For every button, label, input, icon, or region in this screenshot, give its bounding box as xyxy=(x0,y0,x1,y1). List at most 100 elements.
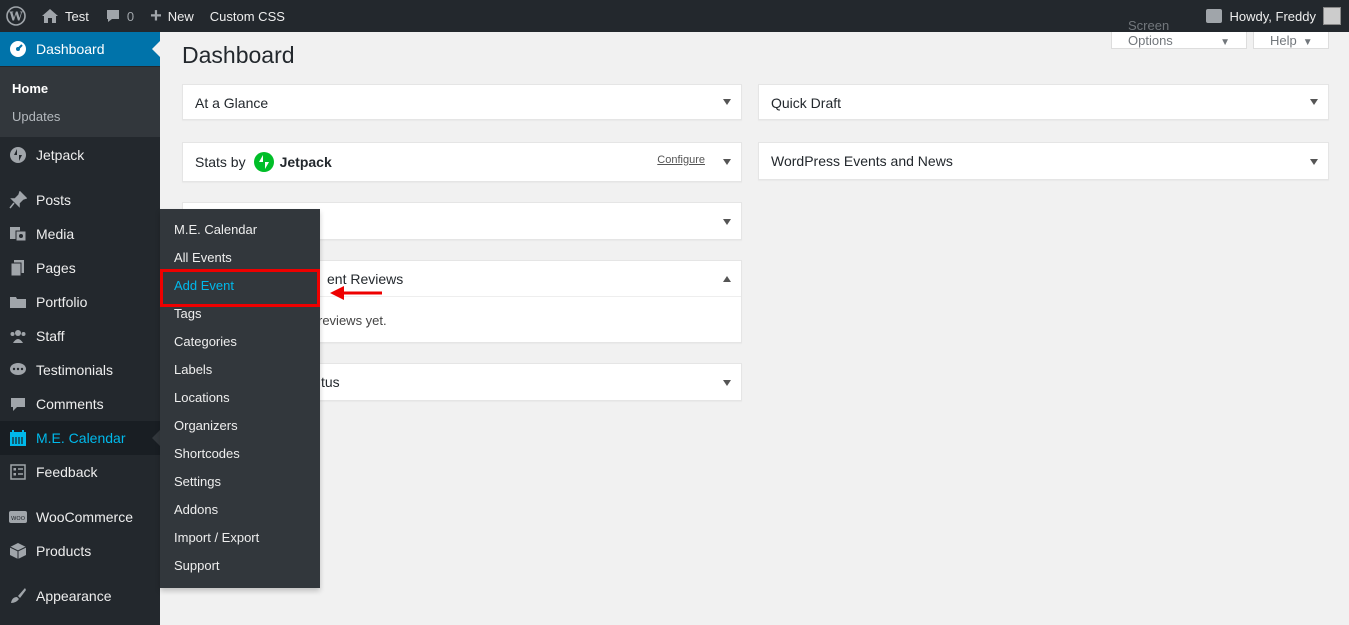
flyout-labels[interactable]: Labels xyxy=(174,361,212,379)
avatar xyxy=(1323,7,1341,25)
wordpress-logo-icon: W xyxy=(6,6,26,26)
menu-appearance-label: Appearance xyxy=(36,588,112,604)
comments-icon xyxy=(0,396,36,412)
menu-feedback-label: Feedback xyxy=(36,464,98,480)
stats-by-label: Stats by xyxy=(195,154,246,170)
jetpack-icon xyxy=(0,146,36,164)
submenu-updates[interactable]: Updates xyxy=(12,109,60,124)
comments-link[interactable]: 0 xyxy=(97,0,142,32)
home-icon xyxy=(41,8,59,24)
screen-options-button[interactable]: Screen Options ▼ xyxy=(1111,18,1247,49)
widget-at-a-glance-title: At a Glance xyxy=(195,94,269,111)
menu-appearance[interactable]: Appearance xyxy=(0,579,160,613)
submenu-home[interactable]: Home xyxy=(12,81,48,96)
menu-testimonials-label: Testimonials xyxy=(36,362,114,378)
pushpin-icon xyxy=(0,191,36,209)
menu-me-calendar[interactable]: M.E. Calendar xyxy=(0,421,160,455)
new-label: New xyxy=(167,8,194,24)
flyout-shortcodes[interactable]: Shortcodes xyxy=(174,445,240,463)
feedback-form-icon xyxy=(0,464,36,480)
flyout-all-events[interactable]: All Events xyxy=(174,249,232,267)
menu-portfolio[interactable]: Portfolio xyxy=(0,285,160,319)
wordpress-logo-menu[interactable]: W xyxy=(0,0,33,32)
plus-icon: + xyxy=(150,4,162,27)
folder-icon xyxy=(0,294,36,310)
menu-dashboard[interactable]: Dashboard xyxy=(0,32,160,66)
site-name: Test xyxy=(65,8,89,24)
menu-jetpack-label: Jetpack xyxy=(36,147,85,163)
menu-staff-label: Staff xyxy=(36,328,65,344)
jetpack-brand-label: Jetpack xyxy=(279,154,332,170)
widget-at-a-glance: At a Glance xyxy=(182,84,742,120)
flyout-support[interactable]: Support xyxy=(174,557,220,575)
menu-testimonials[interactable]: Testimonials xyxy=(0,353,160,387)
no-reviews-text: reviews yet. xyxy=(318,313,387,328)
jetpack-logo-icon xyxy=(253,152,274,172)
menu-woocommerce-label: WooCommerce xyxy=(36,509,133,525)
custom-css-link[interactable]: Custom CSS xyxy=(202,0,293,32)
widget-stats-jetpack: Stats by Jetpack Configure xyxy=(182,142,742,182)
flyout-add-event[interactable]: Add Event xyxy=(174,277,234,295)
me-calendar-flyout-submenu: M.E. Calendar All Events Add Event Tags … xyxy=(160,209,320,588)
widget-toggle-icon[interactable] xyxy=(1310,99,1318,105)
dashboard-gauge-icon xyxy=(0,40,36,58)
menu-dashboard-label: Dashboard xyxy=(36,41,105,57)
menu-woocommerce[interactable]: WOO WooCommerce xyxy=(0,500,160,534)
widget-toggle-icon[interactable] xyxy=(723,99,731,105)
testimonial-bubble-icon xyxy=(0,362,36,378)
callout-arrow-icon xyxy=(330,286,382,300)
new-content-link[interactable]: + New xyxy=(142,0,202,32)
my-account-menu[interactable]: Howdy, Freddy xyxy=(1230,0,1341,32)
menu-pages[interactable]: Pages xyxy=(0,251,160,285)
comments-count: 0 xyxy=(126,8,135,24)
media-icon xyxy=(0,225,36,243)
calendar-icon xyxy=(0,429,36,447)
widget-quick-draft-title: Quick Draft xyxy=(771,94,842,111)
menu-comments[interactable]: Comments xyxy=(0,387,160,421)
flyout-tags[interactable]: Tags xyxy=(174,305,201,323)
menu-media[interactable]: Media xyxy=(0,217,160,251)
menu-posts[interactable]: Posts xyxy=(0,183,160,217)
menu-jetpack[interactable]: Jetpack xyxy=(0,138,160,172)
widget-toggle-icon[interactable] xyxy=(723,219,731,225)
flyout-import-export[interactable]: Import / Export xyxy=(174,529,259,547)
custom-css-label: Custom CSS xyxy=(209,8,285,24)
svg-text:WOO: WOO xyxy=(11,516,26,522)
site-name-link[interactable]: Test xyxy=(33,0,97,32)
paintbrush-icon xyxy=(0,587,36,605)
pages-icon xyxy=(0,259,36,277)
menu-portfolio-label: Portfolio xyxy=(36,294,88,310)
flyout-organizers[interactable]: Organizers xyxy=(174,417,238,435)
svg-text:W: W xyxy=(8,10,23,24)
screen-options-arrow-icon: ▼ xyxy=(1220,37,1230,48)
widget-toggle-up-icon[interactable] xyxy=(723,276,731,282)
configure-link[interactable]: Configure xyxy=(657,154,705,166)
flyout-settings[interactable]: Settings xyxy=(174,473,221,491)
menu-comments-label: Comments xyxy=(36,396,104,412)
groups-icon xyxy=(0,328,36,344)
page-title: Dashboard xyxy=(182,42,295,68)
admin-sidebar: Dashboard Home Updates Jetpack Posts Med… xyxy=(0,32,160,625)
current-menu-caret xyxy=(152,41,160,57)
widget-toggle-icon[interactable] xyxy=(723,380,731,386)
menu-posts-label: Posts xyxy=(36,192,72,208)
woocommerce-icon: WOO xyxy=(0,509,36,525)
widget-toggle-icon[interactable] xyxy=(723,159,731,165)
widget-quick-draft: Quick Draft xyxy=(758,84,1329,120)
widget-events-news-title: WordPress Events and News xyxy=(771,152,953,169)
product-box-icon xyxy=(0,542,36,560)
menu-products[interactable]: Products xyxy=(0,534,160,568)
comment-bubble-icon xyxy=(105,8,121,24)
widget-toggle-icon[interactable] xyxy=(1310,159,1318,165)
screen-options-label: Screen Options xyxy=(1128,18,1173,48)
menu-staff[interactable]: Staff xyxy=(0,319,160,353)
flyout-categories[interactable]: Categories xyxy=(174,333,237,351)
flyout-addons[interactable]: Addons xyxy=(174,501,218,519)
flyout-me-calendar[interactable]: M.E. Calendar xyxy=(174,221,257,239)
menu-me-calendar-label: M.E. Calendar xyxy=(36,430,126,446)
admin-bar-right: Howdy, Freddy xyxy=(1198,0,1341,32)
menu-products-label: Products xyxy=(36,543,92,559)
help-button[interactable]: Help ▼ xyxy=(1253,32,1329,49)
flyout-locations[interactable]: Locations xyxy=(174,389,230,407)
menu-feedback[interactable]: Feedback xyxy=(0,455,160,489)
